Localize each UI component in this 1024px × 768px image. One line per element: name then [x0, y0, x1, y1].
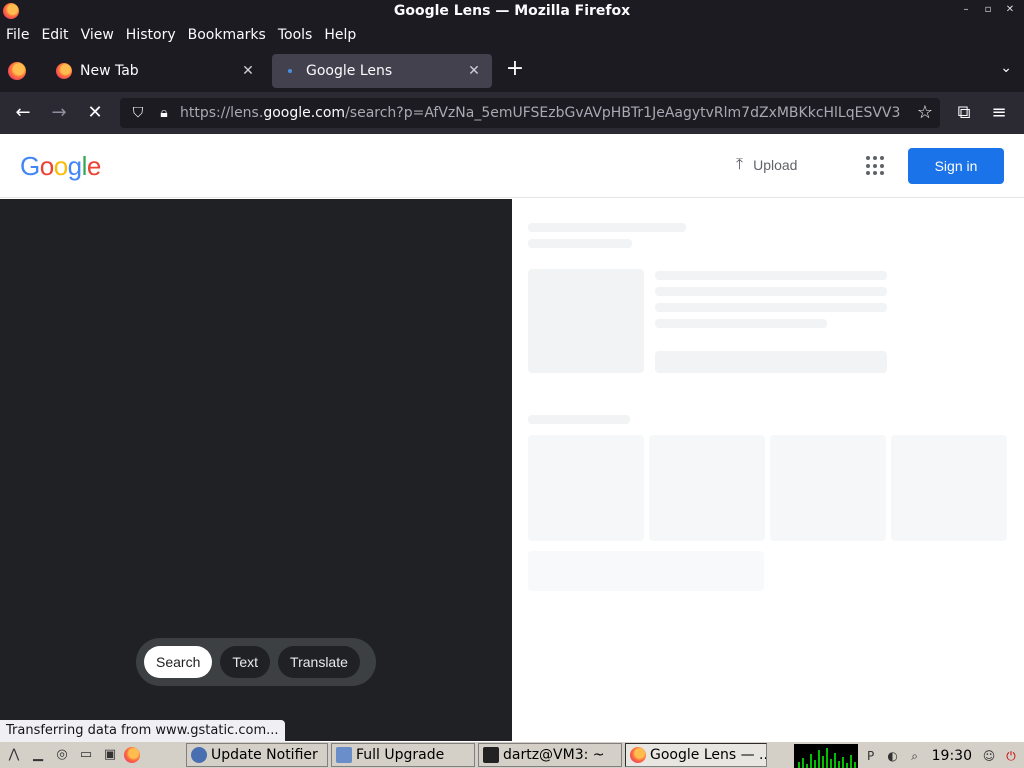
skeleton-button — [655, 351, 887, 373]
file-manager-icon[interactable]: ▣ — [100, 745, 120, 765]
firefox-icon — [3, 3, 19, 19]
task-terminal[interactable]: dartz@VM3: ~ — [478, 743, 622, 767]
network-icon[interactable]: ◎ — [52, 745, 72, 765]
skeleton-card — [528, 435, 644, 541]
task-google-lens[interactable]: Google Lens — ... — [625, 743, 767, 767]
app-menu-icon[interactable]: ≡ — [988, 102, 1010, 124]
extensions-icon[interactable]: ⧉ — [953, 102, 975, 124]
skeleton-card — [528, 551, 764, 591]
minimize-icon[interactable]: – — [960, 4, 972, 15]
skeleton-card — [649, 435, 765, 541]
google-header: Google ⤒ Upload Sign in — [0, 134, 1024, 198]
window-title: Google Lens — Mozilla Firefox — [393, 3, 631, 19]
power-icon[interactable]: ⏻ — [1002, 747, 1020, 765]
window-list-icon[interactable]: ▭ — [76, 745, 96, 765]
skeleton-line — [655, 319, 827, 328]
forward-button[interactable]: → — [48, 102, 70, 124]
menu-tools[interactable]: Tools — [278, 27, 313, 43]
mode-text-button[interactable]: Text — [220, 646, 271, 678]
skeleton-line — [528, 415, 630, 424]
tab-label: Google Lens — [306, 63, 393, 79]
upload-button[interactable]: ⤒ Upload — [736, 156, 797, 174]
skeleton-line — [655, 271, 887, 280]
menu-bar: File Edit View History Bookmarks Tools H… — [0, 22, 1024, 48]
firefox-favicon-icon — [56, 63, 72, 79]
tab-close-icon[interactable]: ✕ — [240, 63, 256, 79]
taskbar: ⋀ ▁ ◎ ▭ ▣ Update Notifier Full Upgrade d… — [0, 741, 1024, 768]
network-tray-icon[interactable]: ◐ — [884, 747, 902, 765]
desktop-icon[interactable]: ▁ — [28, 745, 48, 765]
new-tab-button[interactable]: + — [504, 58, 526, 80]
status-text: Transferring data from www.gstatic.com..… — [0, 720, 285, 742]
tab-google-lens[interactable]: Google Lens ✕ — [272, 54, 492, 88]
maximize-icon[interactable]: ▫ — [982, 4, 994, 15]
upload-label: Upload — [753, 157, 798, 173]
task-full-upgrade[interactable]: Full Upgrade — [331, 743, 475, 767]
url-bar[interactable]: ⛉ 🔒︎ https://lens.google.com/search?p=Af… — [120, 98, 940, 128]
navigation-bar: ← → ✕ ⛉ 🔒︎ https://lens.google.com/searc… — [0, 92, 1024, 134]
results-panel-loading — [512, 199, 1024, 746]
google-logo[interactable]: Google — [20, 151, 101, 182]
firefox-icon — [630, 747, 646, 763]
image-panel: Search Text Translate — [0, 199, 512, 746]
pager-icon[interactable]: P — [862, 747, 880, 765]
skeleton-thumbnail — [528, 269, 644, 373]
loading-favicon-icon — [282, 63, 298, 79]
update-notifier-icon — [191, 747, 207, 763]
menu-file[interactable]: File — [6, 27, 29, 43]
sign-in-button[interactable]: Sign in — [908, 148, 1004, 184]
back-button[interactable]: ← — [12, 102, 34, 124]
firefox-launch-icon[interactable] — [124, 747, 140, 763]
skeleton-line — [655, 303, 887, 312]
bookmark-star-icon[interactable]: ☆ — [914, 102, 936, 124]
tab-label: New Tab — [80, 63, 139, 79]
window-controls: – ▫ ✕ — [960, 4, 1016, 15]
system-tray: P ◐ ⌕ 19:30 ☺ ⏻ — [793, 743, 1024, 768]
menu-edit[interactable]: Edit — [41, 27, 68, 43]
terminal-icon — [483, 747, 499, 763]
menu-view[interactable]: View — [81, 27, 114, 43]
tab-new-tab[interactable]: New Tab ✕ — [46, 54, 266, 88]
lock-icon[interactable]: 🔒︎ — [154, 105, 174, 121]
menu-help[interactable]: Help — [324, 27, 356, 43]
skeleton-line — [655, 287, 887, 296]
clock[interactable]: 19:30 — [928, 748, 976, 764]
mode-search-button[interactable]: Search — [144, 646, 213, 678]
list-all-tabs-icon[interactable]: ⌄ — [1000, 60, 1012, 76]
tracking-protection-icon[interactable]: ⛉ — [128, 105, 148, 121]
menu-bookmarks[interactable]: Bookmarks — [188, 27, 266, 43]
window-titlebar: Google Lens — Mozilla Firefox – ▫ ✕ — [0, 0, 1024, 22]
skeleton-line — [528, 223, 686, 232]
stop-button[interactable]: ✕ — [84, 102, 106, 124]
menu-history[interactable]: History — [126, 27, 176, 43]
user-icon[interactable]: ☺ — [980, 747, 998, 765]
close-window-icon[interactable]: ✕ — [1004, 4, 1016, 15]
page-content: Google ⤒ Upload Sign in Search Text Tran… — [0, 134, 1024, 746]
tab-close-icon[interactable]: ✕ — [466, 63, 482, 79]
window-icon — [336, 747, 352, 763]
skeleton-card — [891, 435, 1007, 541]
mode-selector: Search Text Translate — [136, 638, 376, 686]
search-tray-icon[interactable]: ⌕ — [906, 747, 924, 765]
skeleton-line — [528, 239, 632, 248]
quick-launch: ⋀ ▁ ◎ ▭ ▣ — [0, 745, 186, 765]
google-apps-icon[interactable] — [866, 156, 886, 176]
start-menu-icon[interactable]: ⋀ — [4, 745, 24, 765]
upload-icon: ⤒ — [736, 156, 744, 173]
task-update-notifier[interactable]: Update Notifier — [186, 743, 328, 767]
cpu-monitor — [793, 743, 858, 768]
mode-translate-button[interactable]: Translate — [278, 646, 360, 678]
firefox-view-icon[interactable] — [8, 62, 26, 80]
url-text[interactable]: https://lens.google.com/search?p=AfVzNa_… — [180, 105, 900, 121]
skeleton-card — [770, 435, 886, 541]
